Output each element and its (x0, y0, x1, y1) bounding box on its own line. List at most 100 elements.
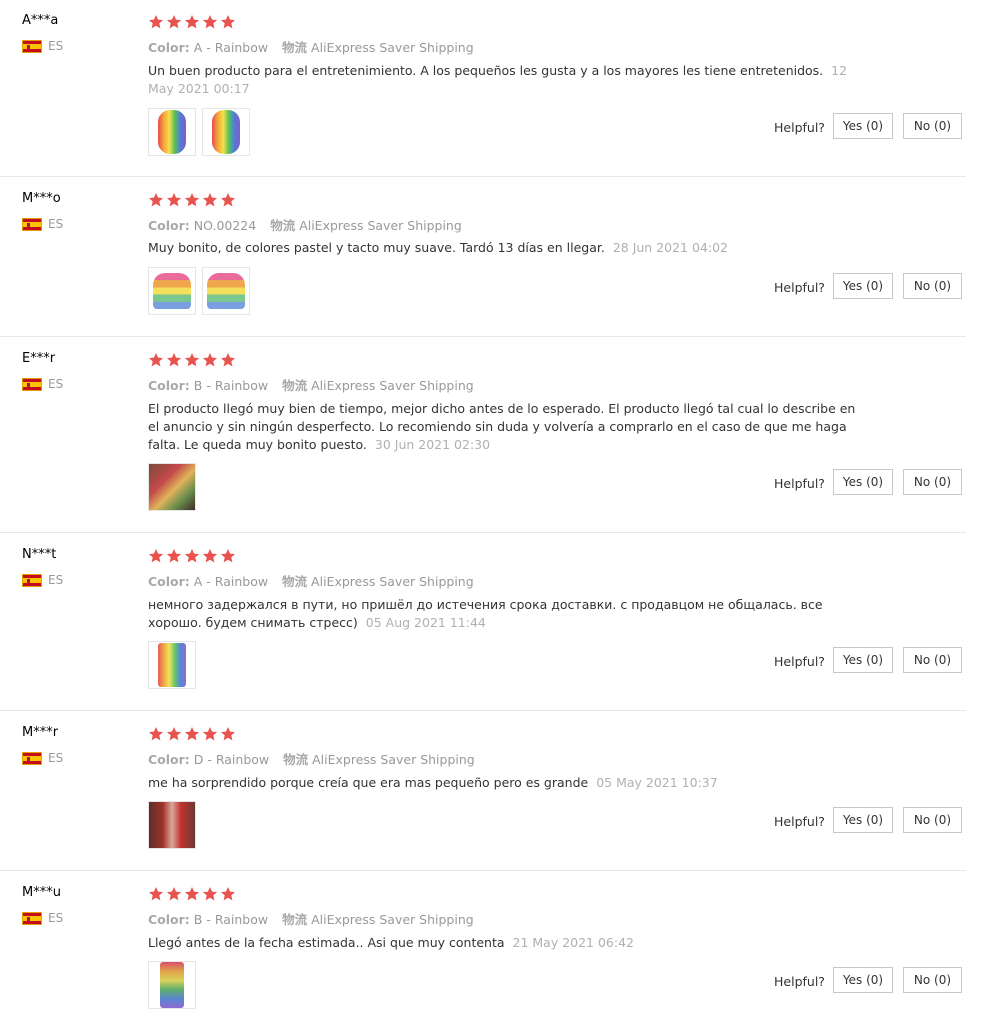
helpful-no-button[interactable]: No (0) (903, 807, 962, 833)
review-photo-image (153, 273, 191, 309)
helpful-label: Helpful? (774, 476, 825, 491)
review-date: 05 Aug 2021 11:44 (365, 615, 486, 630)
star-icon (220, 887, 236, 901)
review-photo-image (212, 110, 240, 154)
review-meta: Color: A - Rainbow 物流 AliExpress Saver S… (148, 37, 474, 56)
reviewer-country: ES (22, 217, 63, 231)
country-code: ES (48, 377, 64, 391)
shipping-label: 物流 (270, 218, 296, 233)
star-icon (166, 193, 182, 207)
shipping-value: AliExpress Saver Shipping (311, 912, 474, 927)
star-icon (184, 353, 200, 367)
star-icon (166, 727, 182, 741)
review-date: 30 Jun 2021 02:30 (374, 437, 491, 452)
reviewer-name: M***o (22, 191, 61, 206)
review-meta: Color: A - Rainbow 物流 AliExpress Saver S… (148, 571, 474, 590)
review-photos (148, 108, 250, 156)
helpful-yes-button[interactable]: Yes (0) (833, 273, 893, 299)
shipping-value: AliExpress Saver Shipping (299, 218, 462, 233)
review-photo-thumbnail[interactable] (148, 641, 196, 689)
helpful-yes-button[interactable]: Yes (0) (833, 647, 893, 673)
helpful-yes-button[interactable]: Yes (0) (833, 807, 893, 833)
star-rating (148, 886, 236, 902)
reviewer-country: ES (22, 751, 63, 765)
reviewer-name: E***r (22, 351, 56, 366)
review-item: M***u ES Color: B - Rainbow 物流 AliExpres… (0, 871, 966, 1017)
reviewer-country: ES (22, 377, 63, 391)
spain-flag-icon (22, 911, 42, 925)
review-photo-image (158, 643, 186, 687)
review-photo-thumbnail[interactable] (148, 463, 196, 511)
helpful-no-button[interactable]: No (0) (903, 647, 962, 673)
review-photo-thumbnail[interactable] (148, 801, 196, 849)
spain-flag-icon (22, 573, 42, 587)
helpful-no-button[interactable]: No (0) (903, 273, 962, 299)
helpful-yes-button[interactable]: Yes (0) (833, 113, 893, 139)
review-text: me ha sorprendido porque creía que era m… (148, 775, 589, 790)
review-content: me ha sorprendido porque creía que era m… (148, 774, 860, 792)
color-value: B - Rainbow (193, 912, 269, 927)
helpful-no-button[interactable]: No (0) (903, 113, 962, 139)
review-photo-thumbnail[interactable] (148, 267, 196, 315)
star-rating (148, 14, 236, 30)
reviewer-name: M***r (22, 725, 59, 740)
review-text: Llegó antes de la fecha estimada.. Asi q… (148, 935, 505, 950)
review-photo-image (149, 802, 195, 848)
review-photos (148, 463, 196, 511)
review-item: M***r ES Color: D - Rainbow 物流 AliExpres… (0, 711, 966, 871)
review-photo-thumbnail[interactable] (202, 267, 250, 315)
review-item: E***r ES Color: B - Rainbow 物流 AliExpres… (0, 337, 966, 533)
review-photos (148, 267, 250, 315)
country-code: ES (48, 573, 64, 587)
review-photo-thumbnail[interactable] (148, 108, 196, 156)
star-icon (202, 353, 218, 367)
color-label: Color: (148, 574, 190, 589)
helpful-label: Helpful? (774, 280, 825, 295)
reviewer-name: N***t (22, 547, 57, 562)
star-rating (148, 192, 236, 208)
review-item: A***a ES Color: A - Rainbow 物流 AliExpres… (0, 0, 966, 177)
color-label: Color: (148, 378, 190, 393)
review-content: немного задержался в пути, но пришёл до … (148, 596, 860, 632)
helpful-yes-button[interactable]: Yes (0) (833, 967, 893, 993)
review-photo-thumbnail[interactable] (148, 961, 196, 1009)
reviewer-name: M***u (22, 885, 61, 900)
star-icon (184, 727, 200, 741)
review-text: Un buen producto para el entretenimiento… (148, 63, 824, 78)
review-item: N***t ES Color: A - Rainbow 物流 AliExpres… (0, 533, 966, 711)
reviewer-name: A***a (22, 13, 59, 28)
star-icon (220, 15, 236, 29)
star-icon (220, 353, 236, 367)
review-date: 21 May 2021 06:42 (512, 935, 635, 950)
star-icon (148, 549, 164, 563)
review-content: Un buen producto para el entretenimiento… (148, 62, 860, 98)
review-meta: Color: D - Rainbow 物流 AliExpress Saver S… (148, 749, 475, 768)
helpful-yes-button[interactable]: Yes (0) (833, 469, 893, 495)
helpful-no-button[interactable]: No (0) (903, 967, 962, 993)
helpful-label: Helpful? (774, 814, 825, 829)
reviewer-country: ES (22, 573, 63, 587)
helpful-label: Helpful? (774, 654, 825, 669)
review-photo-thumbnail[interactable] (202, 108, 250, 156)
color-value: D - Rainbow (193, 752, 270, 767)
review-photos (148, 961, 196, 1009)
reviewer-country: ES (22, 39, 63, 53)
star-icon (148, 15, 164, 29)
shipping-label: 物流 (282, 378, 308, 393)
shipping-label: 物流 (282, 574, 308, 589)
shipping-label: 物流 (283, 752, 309, 767)
color-value: B - Rainbow (193, 378, 269, 393)
color-label: Color: (148, 40, 190, 55)
star-icon (220, 193, 236, 207)
star-icon (202, 727, 218, 741)
review-date: 05 May 2021 10:37 (596, 775, 718, 790)
star-icon (184, 549, 200, 563)
star-icon (148, 353, 164, 367)
review-content: Muy bonito, de colores pastel y tacto mu… (148, 239, 860, 257)
star-icon (148, 193, 164, 207)
star-icon (184, 887, 200, 901)
review-meta: Color: B - Rainbow 物流 AliExpress Saver S… (148, 909, 474, 928)
review-photo-image (149, 464, 195, 510)
helpful-no-button[interactable]: No (0) (903, 469, 962, 495)
review-photos (148, 801, 196, 849)
